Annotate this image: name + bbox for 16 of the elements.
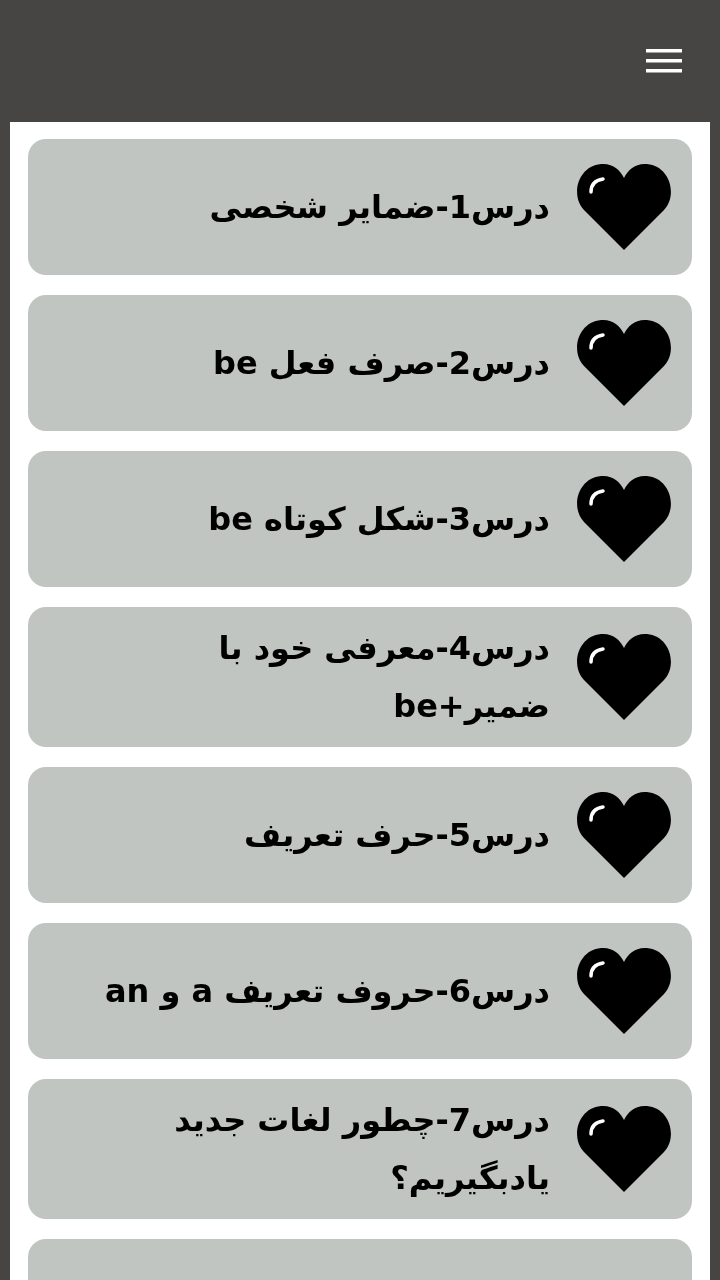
menu-button[interactable]: [646, 49, 682, 73]
heart-icon: [576, 162, 672, 252]
lesson-card[interactable]: درس4-معرفی خود با ضمیر+be: [28, 607, 692, 747]
heart-icon: [576, 1104, 672, 1194]
lesson-card[interactable]: درس7-چطور لغات جدید یادبگیریم؟: [28, 1079, 692, 1219]
heart-icon: [576, 790, 672, 880]
lesson-card[interactable]: درس6-حروف تعریف a و an: [28, 923, 692, 1059]
lesson-card[interactable]: درس3-شکل کوتاه be: [28, 451, 692, 587]
lesson-card[interactable]: درس1-ضمایر شخصی: [28, 139, 692, 275]
heart-icon: [576, 474, 672, 564]
heart-icon: [576, 632, 672, 722]
lesson-card[interactable]: درس2-صرف فعل be: [28, 295, 692, 431]
heart-icon: [576, 318, 672, 408]
lesson-card[interactable]: درس5-حرف تعریف: [28, 767, 692, 903]
menu-icon: [646, 49, 682, 73]
heart-icon: [576, 946, 672, 1036]
